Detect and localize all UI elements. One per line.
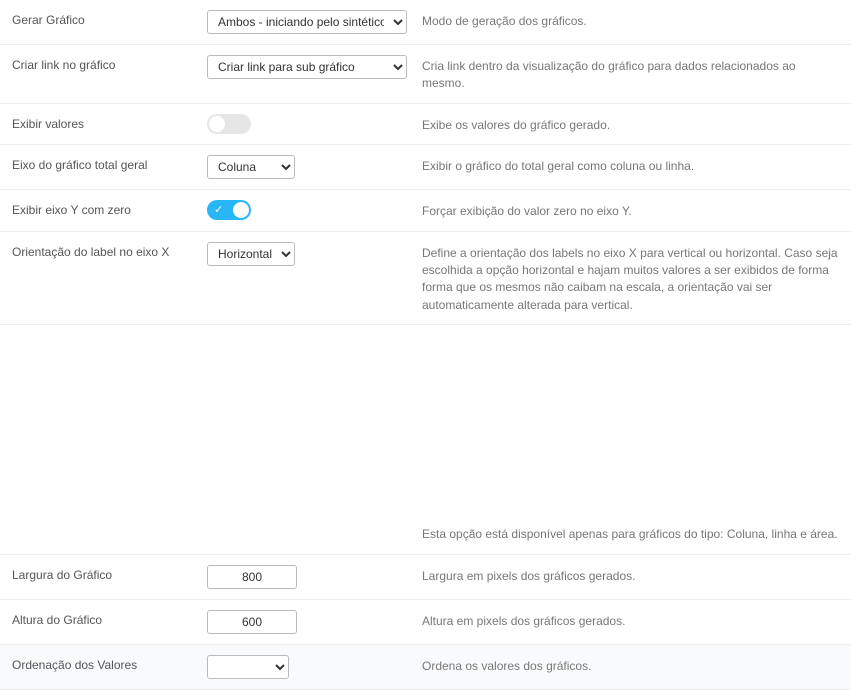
toggle-exibir-valores[interactable]: [207, 114, 251, 134]
label-ordenacao-valores: Ordenação dos Valores: [12, 655, 207, 672]
row-ordenacao-valores: Ordenação dos Valores Ordena os valores …: [0, 645, 851, 690]
toggle-exibir-eixo-y-zero[interactable]: ✓: [207, 200, 251, 220]
input-altura-grafico[interactable]: [207, 610, 297, 634]
row-exibir-eixo-y-zero: Exibir eixo Y com zero ✓ Forçar exibição…: [0, 190, 851, 231]
row-altura-grafico: Altura do Gráfico Altura em pixels dos g…: [0, 600, 851, 645]
desc-criar-link: Cria link dentro da visualização do gráf…: [422, 55, 839, 93]
desc-orientacao-label-x: Define a orientação dos labels no eixo X…: [422, 242, 839, 315]
input-largura-grafico[interactable]: [207, 565, 297, 589]
label-gerar-grafico: Gerar Gráfico: [12, 10, 207, 27]
row-gerar-grafico: Gerar Gráfico Ambos - iniciando pelo sin…: [0, 0, 851, 45]
desc-eixo-total-geral: Exibir o gráfico do total geral como col…: [422, 155, 839, 175]
select-orientacao-label-x[interactable]: Horizontal: [207, 242, 295, 266]
label-exibir-valores: Exibir valores: [12, 114, 207, 131]
desc-altura-grafico: Altura em pixels dos gráficos gerados.: [422, 610, 839, 630]
label-exibir-eixo-y-zero: Exibir eixo Y com zero: [12, 200, 207, 217]
row-orientacao-label-x: Orientação do label no eixo X Horizontal…: [0, 232, 851, 326]
desc-gerar-grafico: Modo de geração dos gráficos.: [422, 10, 839, 30]
desc-largura-grafico: Largura em pixels dos gráficos gerados.: [422, 565, 839, 585]
row-criar-link: Criar link no gráfico Criar link para su…: [0, 45, 851, 104]
row-eixo-total-geral: Eixo do gráfico total geral Coluna Exibi…: [0, 145, 851, 190]
label-criar-link: Criar link no gráfico: [12, 55, 207, 72]
select-criar-link[interactable]: Criar link para sub gráfico: [207, 55, 407, 79]
desc-exibir-valores: Exibe os valores do gráfico gerado.: [422, 114, 839, 134]
note-row: Esta opção está disponível apenas para g…: [0, 515, 851, 554]
label-orientacao-label-x: Orientação do label no eixo X: [12, 242, 207, 259]
desc-ordenacao-valores: Ordena os valores dos gráficos.: [422, 655, 839, 675]
row-exibir-valores: Exibir valores Exibe os valores do gráfi…: [0, 104, 851, 145]
desc-exibir-eixo-y-zero: Forçar exibição do valor zero no eixo Y.: [422, 200, 839, 220]
label-largura-grafico: Largura do Gráfico: [12, 565, 207, 582]
select-ordenacao-valores[interactable]: [207, 655, 289, 679]
note-text: Esta opção está disponível apenas para g…: [422, 523, 839, 543]
select-gerar-grafico[interactable]: Ambos - iniciando pelo sintético: [207, 10, 407, 34]
label-altura-grafico: Altura do Gráfico: [12, 610, 207, 627]
label-eixo-total-geral: Eixo do gráfico total geral: [12, 155, 207, 172]
select-eixo-total-geral[interactable]: Coluna: [207, 155, 295, 179]
check-icon: ✓: [214, 202, 223, 218]
row-largura-grafico: Largura do Gráfico Largura em pixels dos…: [0, 555, 851, 600]
spacer-gap: [0, 325, 851, 515]
